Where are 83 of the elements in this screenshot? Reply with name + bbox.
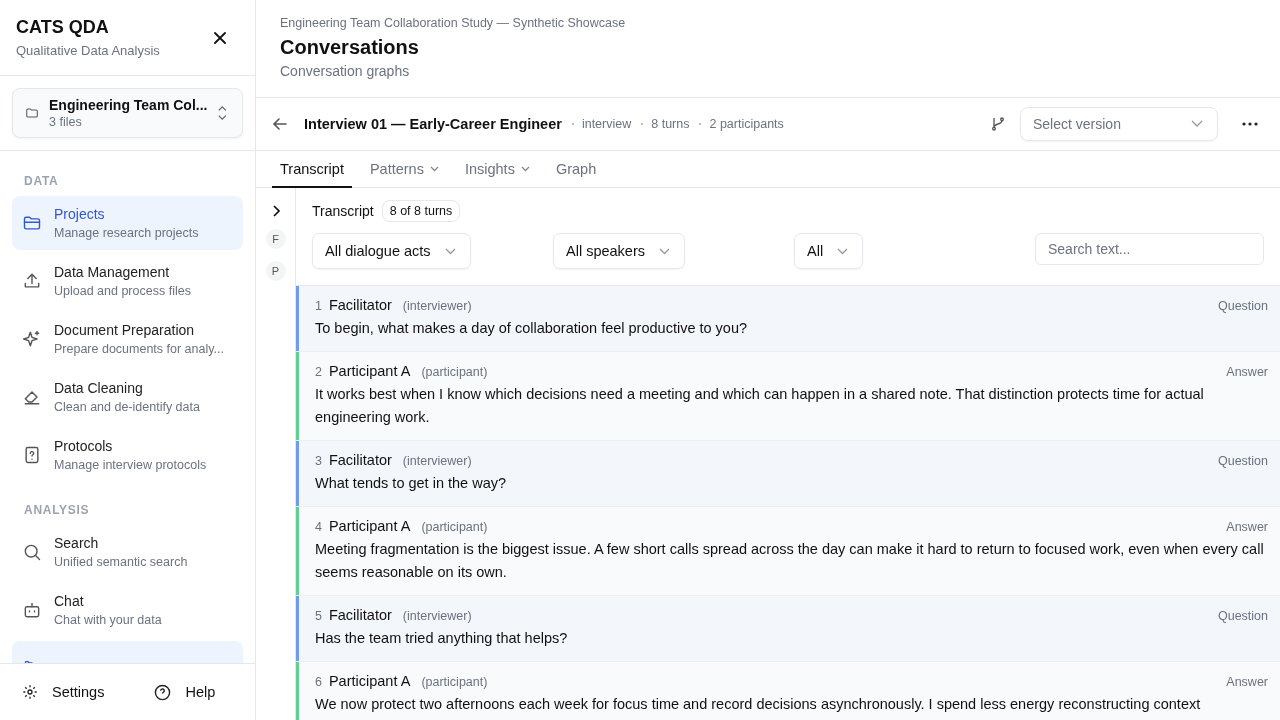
app-subtitle: Qualitative Data Analysis bbox=[16, 43, 160, 58]
dialogue-act-label: Answer bbox=[1226, 675, 1268, 689]
breadcrumb: Engineering Team Collaboration Study — Synthetic Showcase bbox=[280, 16, 627, 30]
chevron-down-icon bbox=[1191, 120, 1203, 128]
turn-count-badge: 8 of 8 turns bbox=[381, 200, 461, 222]
speaker-role: (participant) bbox=[421, 365, 488, 379]
turn-text: To begin, what makes a day of collaboration feel productive to you? bbox=[315, 319, 749, 338]
dialogue-act-label: Answer bbox=[1226, 365, 1268, 379]
version-select[interactable]: Select version bbox=[1020, 107, 1218, 141]
turn-number: 4 bbox=[315, 520, 322, 534]
tab[interactable]: Insights bbox=[456, 151, 538, 188]
sparkle-icon bbox=[22, 329, 42, 349]
speaker-name: Facilitator bbox=[328, 297, 392, 313]
nav-item[interactable]: Chat Chat with your data bbox=[12, 583, 243, 637]
turn-text: We now protect two afternoons each week for focus time and record decisions asynchronously. I spend less energy reconstructing context bbox=[315, 695, 1202, 714]
back-arrow-icon[interactable] bbox=[272, 116, 288, 132]
dialogue-act-label: Question bbox=[1217, 454, 1268, 468]
meta-text: interview bbox=[581, 117, 632, 131]
chevron-down-icon bbox=[659, 247, 670, 255]
speaker-name: Participant A bbox=[328, 518, 411, 534]
speaker-name: Facilitator bbox=[328, 607, 392, 623]
speaker-name: Participant A bbox=[328, 673, 411, 689]
speaker-role: (interviewer) bbox=[402, 299, 472, 313]
turn-text: What tends to get in the way? bbox=[315, 474, 508, 493]
chevron-down-icon bbox=[444, 247, 456, 255]
chevron-down-icon bbox=[837, 247, 849, 255]
tab[interactable]: Transcript bbox=[272, 151, 352, 188]
branch-icon bbox=[990, 116, 1006, 132]
conversation-title: Interview 01 — Early-Career Engineer bbox=[304, 116, 562, 132]
section-label: DATA bbox=[23, 173, 60, 190]
app-title: CATS QDA bbox=[16, 17, 110, 38]
meta-text: 8 turns bbox=[651, 117, 690, 131]
tab[interactable]: Patterns bbox=[361, 151, 447, 188]
speaker-role: (interviewer) bbox=[402, 609, 472, 623]
nav-item[interactable]: Document Preparation Prepare documents for analy... bbox=[12, 312, 243, 366]
section-label: ANALYSIS bbox=[23, 502, 91, 519]
nav-item[interactable]: Projects Manage research projects bbox=[12, 196, 243, 250]
speaker-role: (interviewer) bbox=[402, 454, 472, 468]
page-title: Conversations bbox=[280, 36, 420, 59]
dialogue-act-label: Question bbox=[1217, 299, 1268, 313]
nav-item[interactable]: Data Management Upload and process files bbox=[12, 254, 243, 308]
turn-text: Has the team tried anything that helps? bbox=[315, 629, 569, 648]
filter-select[interactable]: All dialogue acts bbox=[312, 233, 471, 269]
settings-icon bbox=[22, 684, 38, 700]
speaker-role: (participant) bbox=[421, 520, 488, 534]
meta-text: 2 participants bbox=[709, 117, 784, 131]
close-icon[interactable] bbox=[213, 30, 227, 45]
speaker-role: (participant) bbox=[421, 675, 488, 689]
page-subtitle: Conversation graphs bbox=[280, 63, 411, 79]
nav-item[interactable]: Search Unified semantic search bbox=[12, 525, 243, 579]
turn-text: Meeting fragmentation is the biggest issue. A few short calls spread across the day can make it hard to return to focused work, even when every call seems reasonable on its own. bbox=[315, 540, 1265, 582]
filter-select[interactable]: All bbox=[794, 233, 864, 269]
turn-number: 3 bbox=[315, 454, 322, 468]
bot-icon bbox=[22, 600, 42, 620]
help-icon bbox=[154, 683, 172, 701]
folder-icon bbox=[22, 213, 42, 233]
speaker-avatar[interactable]: F bbox=[265, 229, 286, 249]
search-icon bbox=[22, 542, 42, 562]
sort-chevrons-icon bbox=[217, 104, 228, 122]
dialogue-act-label: Question bbox=[1217, 609, 1268, 623]
turn-number: 1 bbox=[315, 299, 322, 313]
chevron-right-icon[interactable] bbox=[270, 205, 281, 217]
footer-link[interactable]: Settings bbox=[22, 684, 105, 700]
project-selector[interactable]: Engineering Team Col... 3 files bbox=[12, 88, 243, 138]
search-field[interactable]: Search text... bbox=[1035, 233, 1264, 265]
nav-item[interactable]: Protocols Manage interview protocols bbox=[12, 428, 243, 482]
filter-select[interactable]: All speakers bbox=[553, 233, 685, 269]
speaker-name: Facilitator bbox=[328, 452, 392, 468]
speaker-avatar[interactable]: P bbox=[265, 261, 286, 281]
folder-icon bbox=[25, 105, 40, 121]
more-icon[interactable] bbox=[1242, 122, 1258, 126]
speaker-name: Participant A bbox=[328, 363, 411, 379]
turn-text: It works best when I know which decisions need a meeting and which can happen in a shared note. That distinction protects time for actual engineering work. bbox=[315, 385, 1205, 427]
tab[interactable]: Graph bbox=[547, 151, 605, 188]
turn-number: 2 bbox=[315, 365, 322, 379]
footer-link[interactable]: Help bbox=[154, 683, 216, 701]
dialogue-act-label: Answer bbox=[1226, 520, 1268, 534]
upload-icon bbox=[22, 271, 42, 291]
turn-number: 5 bbox=[315, 609, 322, 623]
turn-number: 6 bbox=[315, 675, 322, 689]
nav-item[interactable]: Data Cleaning Clean and de-identify data bbox=[12, 370, 243, 424]
question-icon bbox=[22, 445, 42, 465]
transcript-title: Transcript bbox=[312, 203, 374, 219]
